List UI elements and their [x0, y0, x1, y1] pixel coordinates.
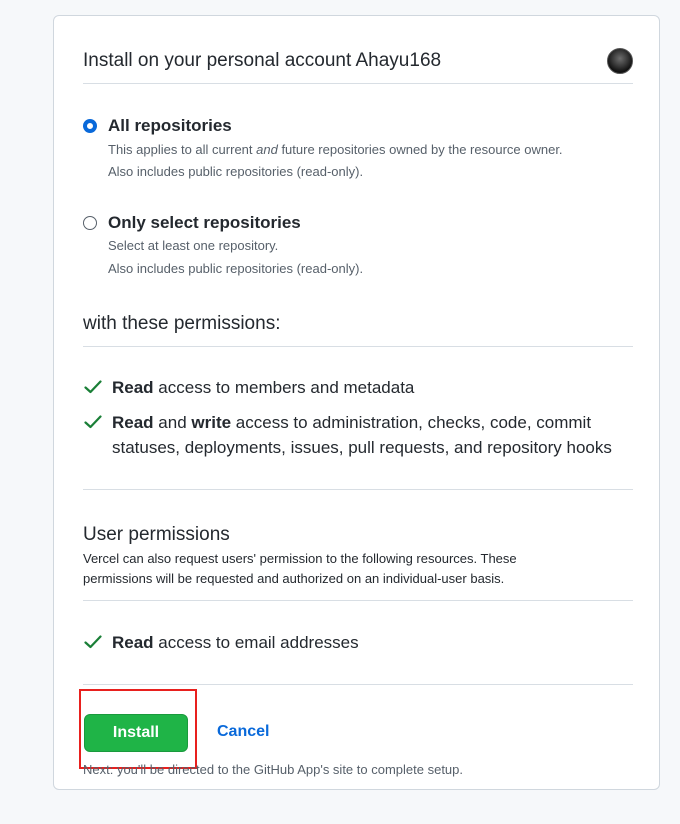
check-icon	[84, 415, 102, 429]
all-repositories-desc: This applies to all current and future r…	[108, 139, 563, 161]
divider	[83, 83, 633, 84]
only-select-desc: Select at least one repository.	[108, 238, 279, 253]
divider	[83, 684, 633, 685]
permission-level: Read	[112, 413, 154, 432]
divider	[83, 346, 633, 347]
permission-level: Read	[112, 378, 154, 397]
check-icon	[84, 635, 102, 649]
all-repositories-desc2: Also includes public repositories (read-…	[108, 164, 364, 179]
permission-read-write: Read and write access to administration,…	[112, 410, 612, 460]
all-repositories-label[interactable]: All repositories	[108, 116, 232, 136]
permission-level: write	[191, 413, 232, 432]
setup-note: Next: you'll be directed to the GitHub A…	[83, 762, 464, 777]
user-permissions-title: User permissions	[83, 524, 230, 545]
cancel-link[interactable]: Cancel	[217, 723, 269, 741]
permission-scope: access to administration, checks, code, …	[231, 413, 592, 432]
install-card: Install on your personal account Ahayu16…	[53, 15, 660, 790]
divider	[83, 600, 633, 601]
desc-emphasis: and	[256, 142, 278, 157]
highlight-annotation	[79, 689, 197, 769]
desc-line: Vercel can also request users' permissio…	[83, 551, 517, 566]
permission-email-addresses: Read access to email addresses	[112, 630, 359, 655]
radio-all-repositories[interactable]	[83, 119, 97, 133]
page-title: Install on your personal account Ahayu16…	[83, 50, 442, 71]
permission-scope: access to members and metadata	[153, 378, 415, 397]
permission-connector: and	[153, 413, 192, 432]
desc-text: This applies to all current	[108, 142, 257, 157]
permission-scope: access to email addresses	[153, 633, 359, 652]
permission-level: Read	[112, 633, 154, 652]
radio-only-select-repositories[interactable]	[83, 216, 97, 230]
desc-line: permissions will be requested and author…	[83, 571, 505, 586]
only-select-desc2: Also includes public repositories (read-…	[108, 261, 364, 276]
desc-text: future repositories owned by the resourc…	[277, 142, 563, 157]
user-permissions-desc: Vercel can also request users' permissio…	[83, 549, 517, 589]
permissions-title: with these permissions:	[83, 313, 281, 334]
user-avatar-icon[interactable]	[607, 48, 633, 74]
permission-members-metadata: Read access to members and metadata	[112, 375, 414, 400]
check-icon	[84, 380, 102, 394]
only-select-repositories-label[interactable]: Only select repositories	[108, 213, 301, 233]
permission-scope-continued: statuses, deployments, issues, pull requ…	[112, 438, 612, 457]
divider	[83, 489, 633, 490]
